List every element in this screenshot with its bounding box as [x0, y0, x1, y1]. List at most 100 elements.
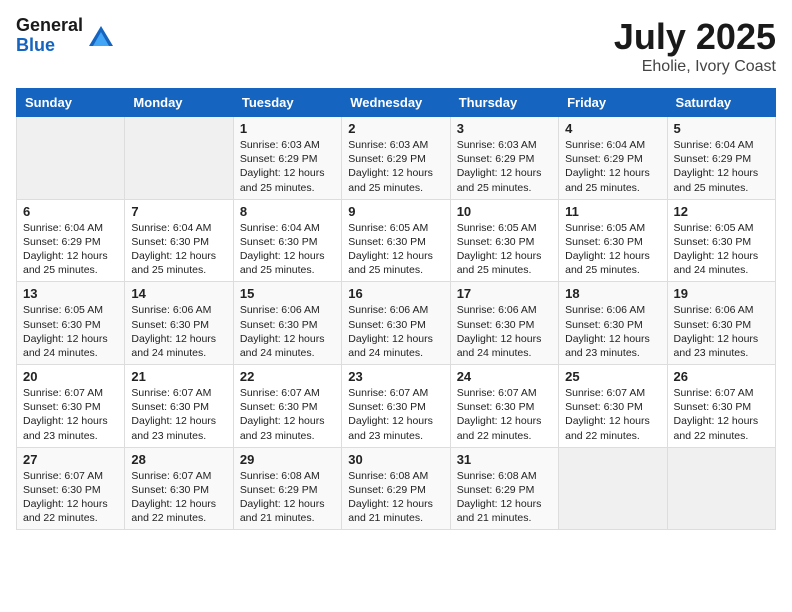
- day-number: 3: [457, 121, 552, 136]
- day-info: Sunrise: 6:06 AM Sunset: 6:30 PM Dayligh…: [565, 303, 660, 360]
- weekday-header: Saturday: [667, 89, 775, 117]
- day-number: 28: [131, 452, 226, 467]
- day-number: 13: [23, 286, 118, 301]
- calendar-week-row: 20 Sunrise: 6:07 AM Sunset: 6:30 PM Dayli…: [17, 365, 776, 448]
- logo-blue-text: Blue: [16, 36, 83, 56]
- day-info: Sunrise: 6:04 AM Sunset: 6:29 PM Dayligh…: [565, 138, 660, 195]
- calendar-cell: 30 Sunrise: 6:08 AM Sunset: 6:29 PM Dayli…: [342, 447, 450, 530]
- calendar-header: SundayMondayTuesdayWednesdayThursdayFrid…: [17, 89, 776, 117]
- day-info: Sunrise: 6:04 AM Sunset: 6:30 PM Dayligh…: [131, 221, 226, 278]
- day-number: 20: [23, 369, 118, 384]
- day-info: Sunrise: 6:07 AM Sunset: 6:30 PM Dayligh…: [457, 386, 552, 443]
- calendar-cell: 7 Sunrise: 6:04 AM Sunset: 6:30 PM Daylig…: [125, 199, 233, 282]
- calendar-cell: 20 Sunrise: 6:07 AM Sunset: 6:30 PM Dayli…: [17, 365, 125, 448]
- calendar-cell: 5Sunrise: 6:04 AM Sunset: 6:29 PM Daylig…: [667, 117, 775, 200]
- day-info: Sunrise: 6:04 AM Sunset: 6:29 PM Dayligh…: [674, 138, 769, 195]
- calendar-cell: 2 Sunrise: 6:03 AM Sunset: 6:29 PM Daylig…: [342, 117, 450, 200]
- weekday-header: Friday: [559, 89, 667, 117]
- calendar-body: 1 Sunrise: 6:03 AM Sunset: 6:29 PM Daylig…: [17, 117, 776, 530]
- calendar-cell: 21 Sunrise: 6:07 AM Sunset: 6:30 PM Dayli…: [125, 365, 233, 448]
- day-number: 30: [348, 452, 443, 467]
- day-info: Sunrise: 6:03 AM Sunset: 6:29 PM Dayligh…: [457, 138, 552, 195]
- day-info: Sunrise: 6:07 AM Sunset: 6:30 PM Dayligh…: [565, 386, 660, 443]
- day-number: 8: [240, 204, 335, 219]
- day-number: 19: [674, 286, 769, 301]
- day-number: 17: [457, 286, 552, 301]
- day-number: 4: [565, 121, 660, 136]
- calendar-cell: 22Sunrise: 6:07 AM Sunset: 6:30 PM Dayli…: [233, 365, 341, 448]
- calendar-cell: 31Sunrise: 6:08 AM Sunset: 6:29 PM Dayli…: [450, 447, 558, 530]
- calendar-cell: [667, 447, 775, 530]
- logo: General Blue: [16, 16, 115, 56]
- calendar-cell: 29Sunrise: 6:08 AM Sunset: 6:29 PM Dayli…: [233, 447, 341, 530]
- calendar-cell: 8 Sunrise: 6:04 AM Sunset: 6:30 PM Daylig…: [233, 199, 341, 282]
- day-info: Sunrise: 6:07 AM Sunset: 6:30 PM Dayligh…: [348, 386, 443, 443]
- calendar-cell: 26 Sunrise: 6:07 AM Sunset: 6:30 PM Dayli…: [667, 365, 775, 448]
- calendar-cell: 4 Sunrise: 6:04 AM Sunset: 6:29 PM Daylig…: [559, 117, 667, 200]
- calendar-cell: 16 Sunrise: 6:06 AM Sunset: 6:30 PM Dayli…: [342, 282, 450, 365]
- day-info: Sunrise: 6:04 AM Sunset: 6:29 PM Dayligh…: [23, 221, 118, 278]
- day-info: Sunrise: 6:07 AM Sunset: 6:30 PM Dayligh…: [23, 386, 118, 443]
- title-block: July 2025 Eholie, Ivory Coast: [614, 16, 776, 76]
- weekday-header-row: SundayMondayTuesdayWednesdayThursdayFrid…: [17, 89, 776, 117]
- calendar-cell: 6 Sunrise: 6:04 AM Sunset: 6:29 PM Daylig…: [17, 199, 125, 282]
- day-info: Sunrise: 6:05 AM Sunset: 6:30 PM Dayligh…: [23, 303, 118, 360]
- day-info: Sunrise: 6:07 AM Sunset: 6:30 PM Dayligh…: [240, 386, 335, 443]
- day-number: 18: [565, 286, 660, 301]
- weekday-header: Thursday: [450, 89, 558, 117]
- day-info: Sunrise: 6:05 AM Sunset: 6:30 PM Dayligh…: [674, 221, 769, 278]
- day-number: 25: [565, 369, 660, 384]
- calendar-cell: 9Sunrise: 6:05 AM Sunset: 6:30 PM Daylig…: [342, 199, 450, 282]
- day-info: Sunrise: 6:07 AM Sunset: 6:30 PM Dayligh…: [131, 469, 226, 526]
- day-number: 29: [240, 452, 335, 467]
- calendar-cell: 12 Sunrise: 6:05 AM Sunset: 6:30 PM Dayli…: [667, 199, 775, 282]
- day-info: Sunrise: 6:06 AM Sunset: 6:30 PM Dayligh…: [674, 303, 769, 360]
- calendar-week-row: 27 Sunrise: 6:07 AM Sunset: 6:30 PM Dayli…: [17, 447, 776, 530]
- day-info: Sunrise: 6:06 AM Sunset: 6:30 PM Dayligh…: [457, 303, 552, 360]
- day-info: Sunrise: 6:06 AM Sunset: 6:30 PM Dayligh…: [348, 303, 443, 360]
- calendar-week-row: 1 Sunrise: 6:03 AM Sunset: 6:29 PM Daylig…: [17, 117, 776, 200]
- day-number: 23: [348, 369, 443, 384]
- calendar-cell: 19 Sunrise: 6:06 AM Sunset: 6:30 PM Dayli…: [667, 282, 775, 365]
- day-info: Sunrise: 6:03 AM Sunset: 6:29 PM Dayligh…: [240, 138, 335, 195]
- day-info: Sunrise: 6:07 AM Sunset: 6:30 PM Dayligh…: [131, 386, 226, 443]
- day-number: 7: [131, 204, 226, 219]
- day-info: Sunrise: 6:07 AM Sunset: 6:30 PM Dayligh…: [674, 386, 769, 443]
- calendar-cell: 28 Sunrise: 6:07 AM Sunset: 6:30 PM Dayli…: [125, 447, 233, 530]
- calendar-cell: 25 Sunrise: 6:07 AM Sunset: 6:30 PM Dayli…: [559, 365, 667, 448]
- day-number: 2: [348, 121, 443, 136]
- calendar-cell: [559, 447, 667, 530]
- calendar-week-row: 6 Sunrise: 6:04 AM Sunset: 6:29 PM Daylig…: [17, 199, 776, 282]
- day-number: 26: [674, 369, 769, 384]
- calendar-cell: [17, 117, 125, 200]
- day-number: 15: [240, 286, 335, 301]
- calendar-cell: 24 Sunrise: 6:07 AM Sunset: 6:30 PM Dayli…: [450, 365, 558, 448]
- day-number: 6: [23, 204, 118, 219]
- day-number: 27: [23, 452, 118, 467]
- day-number: 24: [457, 369, 552, 384]
- day-number: 10: [457, 204, 552, 219]
- day-info: Sunrise: 6:03 AM Sunset: 6:29 PM Dayligh…: [348, 138, 443, 195]
- day-number: 1: [240, 121, 335, 136]
- day-info: Sunrise: 6:05 AM Sunset: 6:30 PM Dayligh…: [348, 221, 443, 278]
- weekday-header: Wednesday: [342, 89, 450, 117]
- calendar-cell: 14Sunrise: 6:06 AM Sunset: 6:30 PM Dayli…: [125, 282, 233, 365]
- calendar-cell: 23 Sunrise: 6:07 AM Sunset: 6:30 PM Dayli…: [342, 365, 450, 448]
- day-number: 16: [348, 286, 443, 301]
- weekday-header: Sunday: [17, 89, 125, 117]
- day-info: Sunrise: 6:06 AM Sunset: 6:30 PM Dayligh…: [240, 303, 335, 360]
- day-number: 21: [131, 369, 226, 384]
- day-info: Sunrise: 6:08 AM Sunset: 6:29 PM Dayligh…: [457, 469, 552, 526]
- day-number: 11: [565, 204, 660, 219]
- calendar-cell: 1 Sunrise: 6:03 AM Sunset: 6:29 PM Daylig…: [233, 117, 341, 200]
- day-info: Sunrise: 6:05 AM Sunset: 6:30 PM Dayligh…: [565, 221, 660, 278]
- location-title: Eholie, Ivory Coast: [614, 58, 776, 76]
- day-number: 12: [674, 204, 769, 219]
- calendar-week-row: 13 Sunrise: 6:05 AM Sunset: 6:30 PM Dayli…: [17, 282, 776, 365]
- calendar-table: SundayMondayTuesdayWednesdayThursdayFrid…: [16, 88, 776, 530]
- day-info: Sunrise: 6:07 AM Sunset: 6:30 PM Dayligh…: [23, 469, 118, 526]
- calendar-cell: 11 Sunrise: 6:05 AM Sunset: 6:30 PM Dayli…: [559, 199, 667, 282]
- day-info: Sunrise: 6:08 AM Sunset: 6:29 PM Dayligh…: [348, 469, 443, 526]
- calendar-cell: 10Sunrise: 6:05 AM Sunset: 6:30 PM Dayli…: [450, 199, 558, 282]
- day-info: Sunrise: 6:04 AM Sunset: 6:30 PM Dayligh…: [240, 221, 335, 278]
